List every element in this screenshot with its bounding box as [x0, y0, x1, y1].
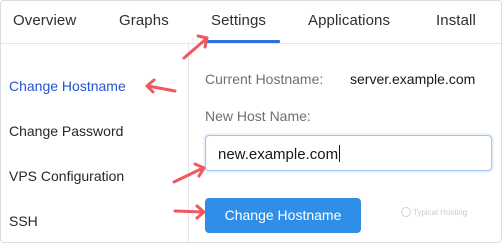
current-hostname-value: server.example.com [350, 71, 476, 87]
tab-install[interactable]: Install [436, 12, 476, 29]
tab-settings[interactable]: Settings [211, 12, 266, 29]
new-hostname-input[interactable]: new.example.com [205, 135, 492, 171]
sidebar-item-change-password[interactable]: Change Password [9, 123, 123, 139]
new-hostname-label: New Host Name: [205, 108, 311, 124]
text-caret [339, 145, 341, 162]
change-hostname-button[interactable]: Change Hostname [205, 198, 361, 233]
tab-bar: Overview Graphs Settings Applications In… [1, 1, 501, 44]
watermark-text: Typical Hosting [413, 208, 468, 217]
active-tab-indicator [204, 40, 280, 43]
tab-graphs[interactable]: Graphs [119, 12, 169, 29]
hostname-form: Current Hostname: server.example.com New… [189, 44, 501, 242]
watermark-logo: Typical Hosting [401, 207, 467, 217]
sidebar-item-change-hostname[interactable]: Change Hostname [9, 78, 126, 94]
sidebar-item-ssh[interactable]: SSH [9, 213, 38, 229]
tab-overview[interactable]: Overview [13, 12, 76, 29]
settings-sidebar: Change Hostname Change Password VPS Conf… [1, 44, 189, 242]
settings-panel: Overview Graphs Settings Applications In… [0, 0, 502, 243]
current-hostname-label: Current Hostname: [205, 71, 324, 87]
new-hostname-input-value: new.example.com [218, 146, 339, 163]
sidebar-item-vps-configuration[interactable]: VPS Configuration [9, 168, 124, 184]
tab-applications[interactable]: Applications [308, 12, 390, 29]
watermark-icon [401, 207, 411, 217]
